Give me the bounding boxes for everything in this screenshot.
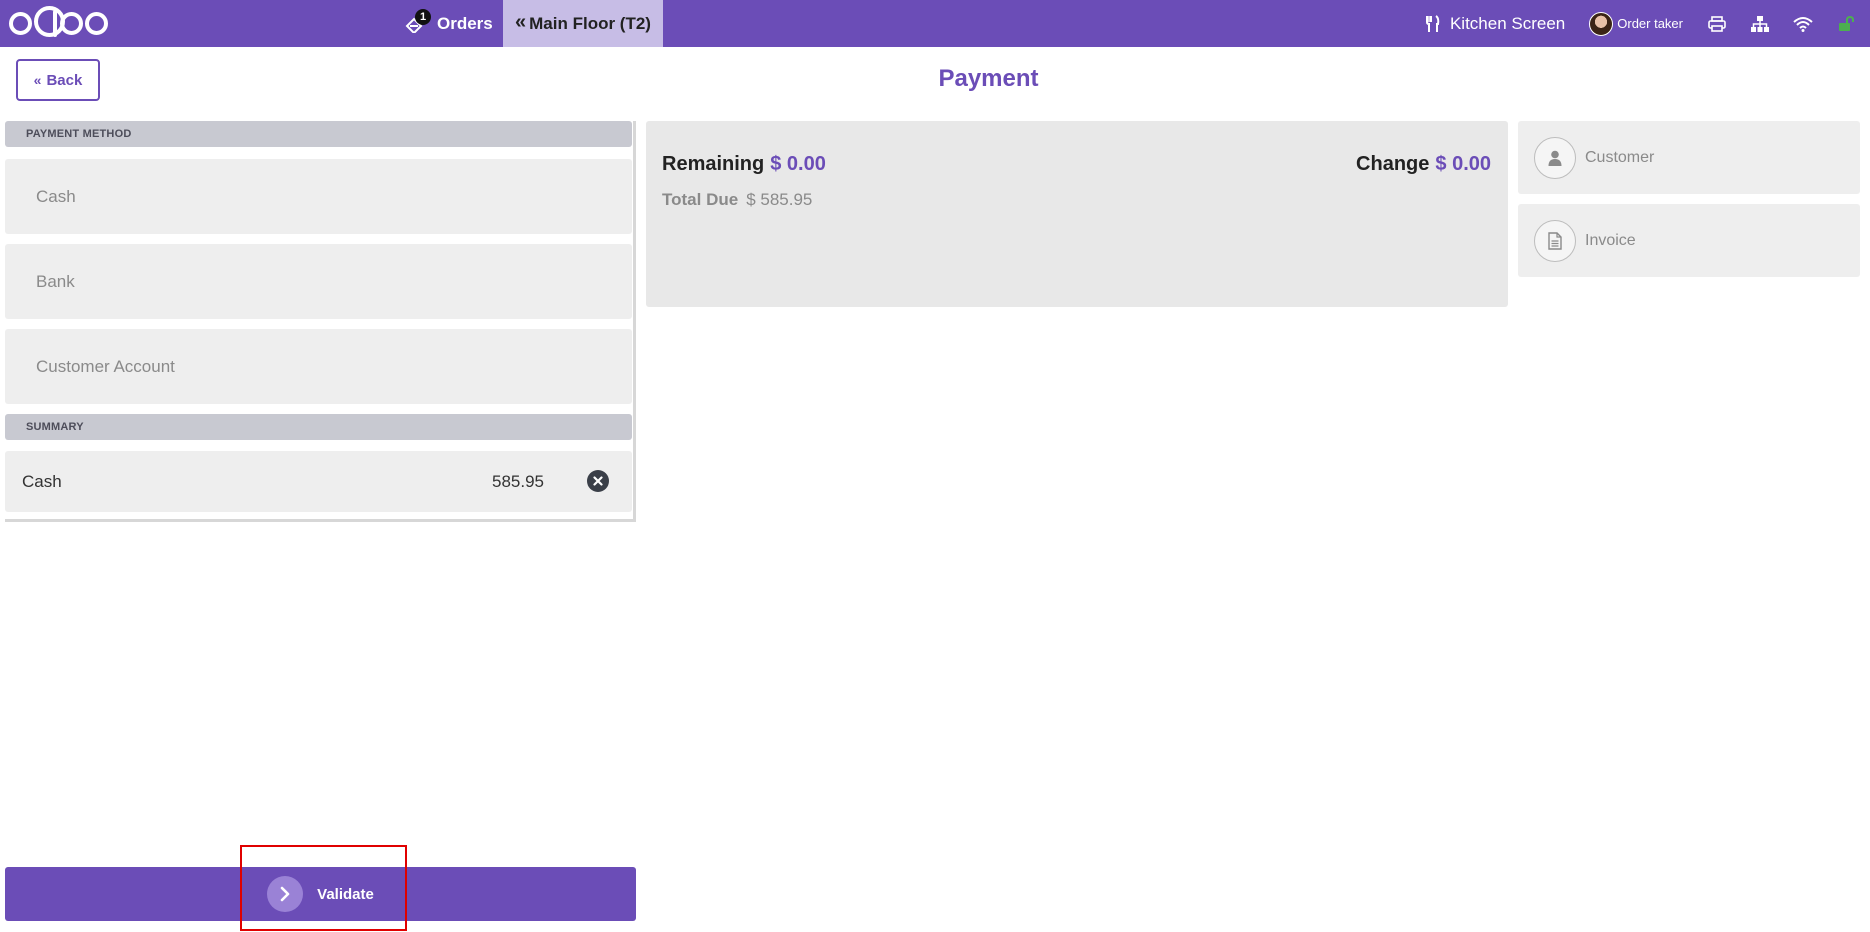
kitchen-screen-label: Kitchen Screen [1449,13,1566,33]
remaining-amount: Remaining $ 0.00 [662,153,826,176]
payment-method-label: Customer Account [36,356,175,376]
user-menu[interactable]: Order taker [1589,11,1683,36]
user-label: Order taker [1617,16,1683,31]
payment-method-header: PAYMENT METHOD [5,121,632,147]
customer-label: Customer [1585,148,1655,166]
printer-icon[interactable] [1705,12,1729,36]
orders-icon: 1 [405,8,431,34]
kitchen-screen-button[interactable]: Kitchen Screen [1425,13,1566,34]
invoice-button[interactable]: Invoice [1518,204,1860,277]
file-text-icon [1534,219,1576,262]
summary-header: SUMMARY [5,414,632,440]
orders-label: Orders [437,13,493,33]
odoo-logo [9,6,110,37]
chevron-right-icon [267,876,304,912]
sitemap-icon[interactable] [1748,12,1772,36]
payment-line[interactable]: Cash 585.95 [5,451,632,512]
payment-line-amount: 585.95 [492,471,544,491]
unlock-icon[interactable] [1834,12,1858,36]
validate-button[interactable]: Validate [5,867,636,921]
page-title: Payment [938,65,1039,92]
chevrons-left-icon: « [515,11,527,33]
payment-method-cash[interactable]: Cash [5,159,632,234]
remaining-value: $ 0.00 [770,153,826,175]
payment-method-label: Bank [36,271,75,291]
orders-badge: 1 [415,8,431,25]
floor-label: Main Floor (T2) [529,13,651,33]
payment-method-customer-account[interactable]: Customer Account [5,329,632,404]
validate-label: Validate [317,885,374,903]
total-due: Total Due $ 585.95 [662,190,812,210]
payment-method-label: Cash [36,186,76,206]
invoice-label: Invoice [1585,231,1636,249]
remove-payment-icon[interactable] [587,470,609,492]
change-label: Change [1356,153,1430,175]
customer-button[interactable]: Customer [1518,121,1860,194]
payment-method-bank[interactable]: Bank [5,244,632,319]
navbar-right: Kitchen Screen Order taker [1425,0,1870,47]
orders-button[interactable]: 1 Orders [405,0,493,47]
change-value: $ 0.00 [1435,153,1491,175]
payment-left-panel: PAYMENT METHOD Cash Bank Customer Accoun… [5,121,636,522]
total-due-value: $ 585.95 [746,190,813,209]
payment-status-panel: Remaining $ 0.00 Change $ 0.00 Total Due $ … [646,121,1508,307]
payment-line-method: Cash [22,471,62,491]
top-navbar: 1 Orders « Main Floor (T2) Kitchen Scree… [0,0,1870,47]
utensils-icon [1425,14,1440,32]
remaining-label: Remaining [662,153,765,175]
change-amount: Change $ 0.00 [1356,153,1491,176]
wifi-icon[interactable] [1791,12,1815,36]
floor-tab[interactable]: « Main Floor (T2) [503,0,663,47]
user-icon [1534,136,1576,179]
total-due-label: Total Due [662,190,739,209]
avatar [1589,11,1614,36]
